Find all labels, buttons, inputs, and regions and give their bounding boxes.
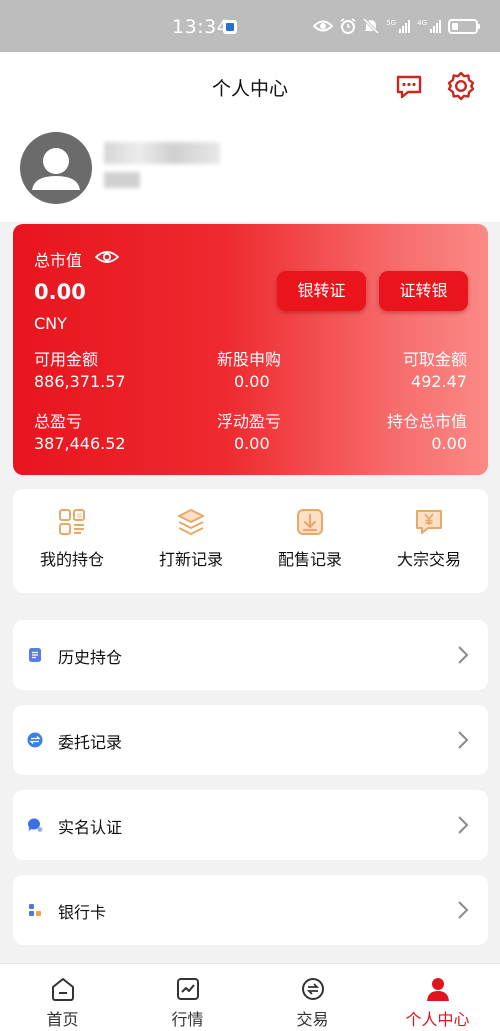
available-amount-value: 886,371.57 (34, 372, 126, 391)
withdrawable-amount-value: 492.47 (411, 372, 467, 391)
chat-bubble-icon (27, 818, 43, 832)
eye-icon (313, 20, 334, 32)
mute-icon (363, 18, 380, 34)
ipo-subscription-value: 0.00 (234, 372, 270, 391)
profile-section: · · (0, 122, 500, 222)
layers-icon (178, 509, 204, 535)
tab-label: 交易 (296, 1010, 329, 1029)
asset-card: 总市值 0.00 CNY 银转证 证转银 可用金额 886,371.57 新股申… (13, 224, 488, 475)
document-icon (29, 648, 41, 662)
market-icon (177, 978, 199, 1000)
total-market-value-label: 总市值 (34, 251, 83, 270)
settings-button[interactable] (445, 70, 477, 102)
menu-item-history-positions[interactable]: 历史持仓 (13, 620, 488, 690)
menu-item-real-name-verification[interactable]: 实名认证 (13, 790, 488, 860)
shortcut-my-positions[interactable]: 我的持仓 (13, 489, 131, 593)
gear-icon (447, 71, 475, 101)
signal-5g-icon: 5G (386, 19, 411, 33)
chevron-right-icon (458, 646, 469, 664)
menu-label: 实名认证 (58, 818, 123, 837)
app-header: 个人中心 (0, 52, 500, 122)
yuan-chat-icon (416, 510, 442, 534)
user-id-blurred: · (104, 172, 140, 188)
avatar[interactable] (20, 132, 92, 204)
message-button[interactable] (393, 70, 425, 102)
shortcut-label: 大宗交易 (396, 550, 461, 569)
chevron-right-icon (458, 816, 469, 834)
alarm-icon (340, 18, 356, 34)
ipo-subscription-label: 新股申购 (217, 350, 282, 369)
tab-market[interactable]: 行情 (125, 964, 250, 1031)
menu-item-bank-card[interactable]: 银行卡 (13, 875, 488, 945)
tab-label: 首页 (46, 1010, 79, 1029)
battery-icon (448, 18, 480, 34)
available-amount-label: 可用金额 (34, 350, 99, 369)
signal-4g-icon: 4G (417, 19, 441, 33)
withdrawable-amount-label: 可取金额 (402, 350, 467, 369)
shortcut-block-trading[interactable]: 大宗交易 (370, 489, 488, 593)
bank-to-securities-button[interactable]: 银转证 (277, 271, 366, 311)
download-icon (297, 509, 323, 535)
shortcut-label: 配售记录 (277, 550, 342, 569)
floating-pnl-value: 0.00 (234, 434, 270, 453)
bottom-tab-bar: 首页 行情 交易 个人中心 (0, 963, 500, 1031)
person-icon (427, 978, 449, 1001)
total-market-value: 0.00 (34, 280, 86, 304)
tab-trade[interactable]: 交易 (250, 964, 375, 1031)
position-market-value-label: 持仓总市值 (386, 412, 467, 431)
tab-label: 个人中心 (405, 1010, 470, 1029)
tab-label: 行情 (171, 1010, 204, 1029)
tab-home[interactable]: 首页 (0, 964, 125, 1031)
chevron-right-icon (458, 901, 469, 919)
page-title: 个人中心 (211, 78, 288, 100)
status-bar: 13:34 5G 4G (0, 0, 500, 52)
trade-icon (302, 978, 324, 1000)
chevron-right-icon (458, 731, 469, 749)
user-name-blurred: · (104, 142, 220, 164)
system-icons: 5G 4G (313, 14, 480, 38)
menu-label: 历史持仓 (58, 648, 123, 667)
position-market-value-value: 0.00 (431, 434, 467, 453)
home-icon (52, 978, 74, 1001)
floating-pnl-label: 浮动盈亏 (217, 412, 282, 431)
total-pnl-label: 总盈亏 (34, 412, 83, 431)
menu-label: 委托记录 (58, 733, 123, 752)
grid-icon (59, 509, 85, 535)
currency-label: CNY (34, 314, 67, 333)
menu-label: 银行卡 (58, 903, 107, 922)
menu-item-order-records[interactable]: 委托记录 (13, 705, 488, 775)
net1-label: 5G (386, 19, 397, 27)
shortcut-panel: 我的持仓 打新记录 配售记录 大宗交易 (13, 489, 488, 593)
securities-to-bank-button[interactable]: 证转银 (379, 271, 468, 311)
shortcut-label: 我的持仓 (39, 550, 104, 569)
tab-personal-center[interactable]: 个人中心 (375, 964, 500, 1031)
shortcut-label: 打新记录 (158, 550, 223, 569)
net2-label: 4G (417, 19, 427, 27)
message-icon (396, 75, 422, 99)
tiles-icon (29, 904, 41, 916)
shortcut-placement-records[interactable]: 配售记录 (251, 489, 369, 593)
user-silhouette-icon (32, 148, 80, 190)
app-notification-icon (223, 20, 237, 34)
clock: 13:34 (172, 16, 230, 38)
eye-toggle-icon[interactable] (95, 248, 119, 266)
total-pnl-value: 387,446.52 (34, 434, 126, 453)
swap-icon (27, 732, 43, 748)
shortcut-ipo-records[interactable]: 打新记录 (132, 489, 250, 593)
